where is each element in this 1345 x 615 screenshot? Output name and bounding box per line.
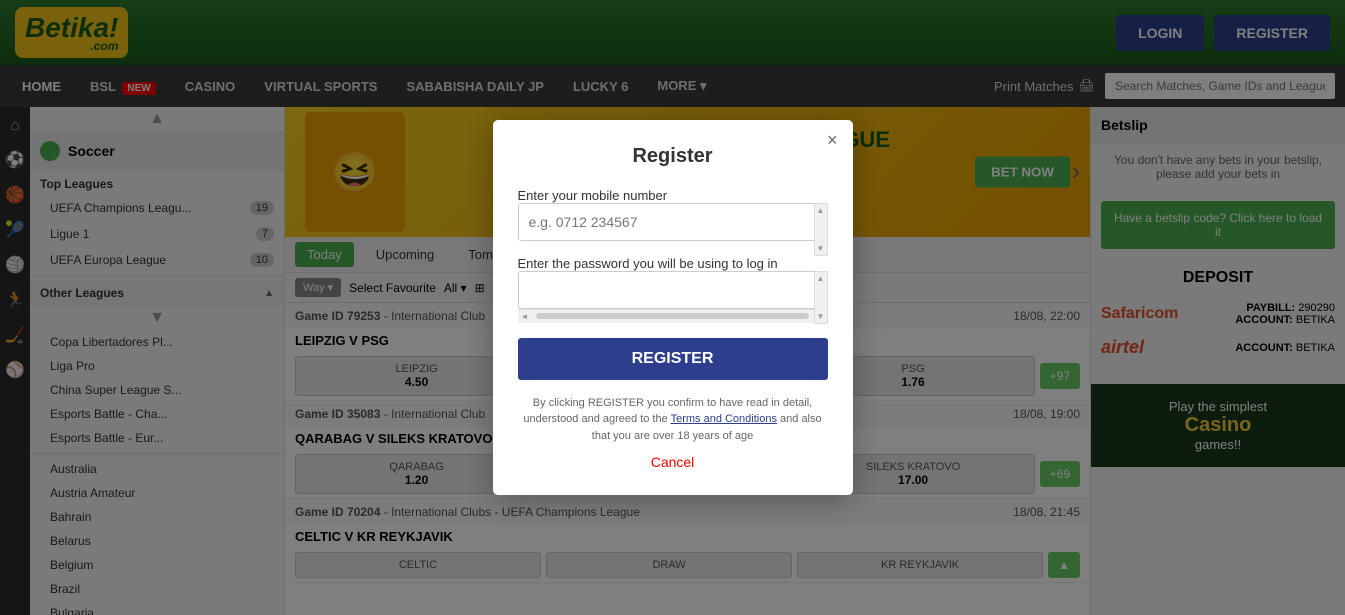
modal-title: Register	[518, 145, 828, 168]
modal-register-button[interactable]: REGISTER	[518, 338, 828, 380]
modal-terms: By clicking REGISTER you confirm to have…	[518, 395, 828, 445]
modal-close-button[interactable]: ×	[827, 130, 838, 151]
scroll-down-icon2: ▼	[817, 312, 825, 321]
modal-overlay[interactable]: × Register Enter your mobile number ▲ ▼ …	[0, 0, 1345, 615]
scroll-down-icon: ▼	[817, 244, 825, 253]
password-input-wrapper: ▲ ▼	[518, 271, 828, 324]
mobile-input[interactable]	[518, 203, 828, 241]
scroll-up-icon2: ▲	[817, 274, 825, 283]
mobile-input-wrapper: ▲ ▼	[518, 203, 828, 256]
terms-link[interactable]: Terms and Conditions	[671, 413, 777, 425]
mobile-label: Enter your mobile number	[518, 188, 668, 203]
scroll-up-icon: ▲	[817, 206, 825, 215]
modal-cancel-button[interactable]: Cancel	[518, 454, 828, 470]
password-label: Enter the password you will be using to …	[518, 256, 778, 271]
password-input[interactable]	[518, 271, 828, 309]
mobile-scrollbar: ▲ ▼	[814, 203, 828, 256]
password-scrollbar: ▲ ▼	[814, 271, 828, 324]
register-modal: × Register Enter your mobile number ▲ ▼ …	[493, 120, 853, 496]
